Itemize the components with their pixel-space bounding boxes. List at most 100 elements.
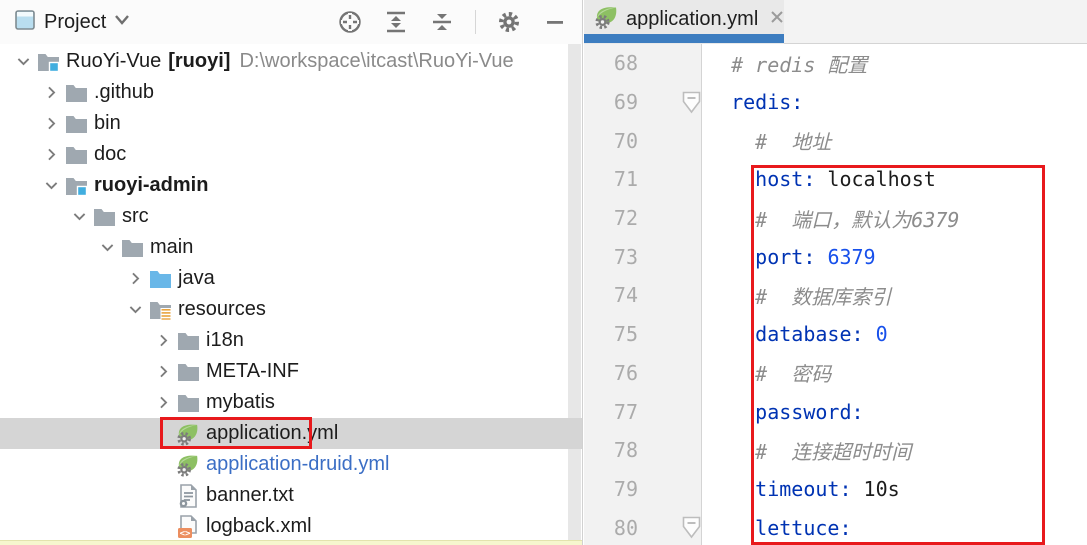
tree-item--github[interactable]: .github — [0, 77, 582, 108]
code-text[interactable]: # 连接超时时间 — [703, 436, 911, 465]
svg-text:<>: <> — [180, 529, 191, 539]
locate-file-button[interactable] — [337, 9, 363, 35]
tree-item-ruoyi-admin[interactable]: ruoyi-admin — [0, 170, 582, 201]
chevron-right-icon[interactable] — [122, 267, 148, 291]
chevron-down-icon[interactable] — [94, 236, 120, 260]
chevron-down-icon[interactable] — [66, 205, 92, 229]
chevron-right-icon[interactable] — [150, 391, 176, 415]
editor-line-73: 73 port: 6379 — [584, 237, 1087, 276]
hide-panel-button[interactable] — [542, 9, 568, 35]
editor-line-78: 78 # 连接超时时间 — [584, 431, 1087, 470]
tree-item-bin[interactable]: bin — [0, 108, 582, 139]
collapse-all-button[interactable] — [429, 9, 455, 35]
code-text[interactable]: # 地址 — [703, 126, 831, 155]
folder-icon — [176, 392, 200, 414]
code-text[interactable]: # 端口，默认为6379 — [703, 204, 959, 233]
tree-item-logback-xml[interactable]: <> logback.xml — [0, 511, 582, 542]
chevron-down-icon[interactable] — [122, 298, 148, 322]
editor-line-74: 74 # 数据库索引 — [584, 276, 1087, 315]
code-text[interactable]: # 数据库索引 — [703, 281, 891, 310]
settings-button[interactable] — [496, 9, 522, 35]
code-text[interactable]: port: 6379 — [703, 245, 875, 269]
close-icon[interactable] — [768, 8, 786, 31]
project-tool-window: Project RuoYi-Vue [ruoyi] D:\workspace\i… — [0, 0, 583, 545]
project-view-selector[interactable]: Project — [14, 9, 130, 36]
panel-bottom-strip — [0, 540, 582, 545]
fold-gutter — [638, 392, 703, 431]
tree-item-label: main — [150, 236, 194, 258]
editor-line-75: 75 database: 0 — [584, 315, 1087, 354]
code-text[interactable]: lettuce: — [703, 516, 851, 540]
fold-gutter — [638, 199, 703, 238]
tab-title: application.yml — [626, 7, 759, 30]
code-text[interactable]: timeout: 10s — [703, 477, 900, 501]
code-text[interactable]: redis: — [703, 90, 803, 114]
chevron-right-icon[interactable] — [150, 360, 176, 384]
editor-line-77: 77 password: — [584, 392, 1087, 431]
tree-item-label: doc — [94, 143, 127, 165]
folder-icon — [64, 82, 88, 104]
code-text[interactable]: database: 0 — [703, 322, 887, 346]
editor-line-72: 72 # 端口，默认为6379 — [584, 199, 1087, 238]
line-number: 78 — [613, 438, 638, 463]
gear-icon — [498, 11, 520, 33]
chevron-right-icon[interactable] — [38, 81, 64, 105]
tree-item-meta-inf[interactable]: META-INF — [0, 356, 582, 387]
line-number: 75 — [613, 322, 638, 347]
tree-item-label: mybatis — [206, 391, 275, 413]
tree-item-java[interactable]: java — [0, 263, 582, 294]
tree-item-label: ruoyi-admin — [94, 174, 209, 196]
fold-marker-icon[interactable] — [638, 83, 703, 122]
tree-item-label: logback.xml — [206, 515, 312, 537]
code-text[interactable]: host: localhost — [703, 167, 936, 191]
code-text[interactable]: # 密码 — [703, 358, 831, 387]
spring-yml-file-icon — [594, 5, 619, 34]
spring-yml-file-icon — [176, 423, 200, 446]
tree-item-resources[interactable]: resources — [0, 294, 582, 325]
fold-marker-icon[interactable] — [638, 508, 703, 545]
tree-item-label: banner.txt — [206, 484, 294, 506]
line-number: 73 — [613, 244, 638, 269]
project-root-folder-icon — [36, 51, 60, 73]
xml-file-icon: <> — [176, 514, 200, 539]
editor-body: 68 # redis 配置 69 redis: 70 # 地址 71 host: lo… — [584, 44, 1087, 545]
tree-item-application-yml[interactable]: application.yml — [0, 418, 582, 449]
line-number: 77 — [613, 399, 638, 424]
fold-gutter — [638, 470, 703, 509]
tree-item-application-druid-yml[interactable]: application-druid.yml — [0, 449, 582, 480]
expand-all-button[interactable] — [383, 9, 409, 35]
line-number: 69 — [613, 90, 638, 115]
folder-icon — [64, 113, 88, 135]
tree-item-i18n[interactable]: i18n — [0, 325, 582, 356]
fold-gutter — [638, 431, 703, 470]
folder-icon — [176, 361, 200, 383]
project-panel-header: Project — [0, 0, 582, 44]
ide-window: Project RuoYi-Vue [ruoyi] D:\workspace\i… — [0, 0, 1087, 545]
chevron-right-icon[interactable] — [150, 329, 176, 353]
folder-icon — [176, 330, 200, 352]
line-number: 72 — [613, 206, 638, 231]
chevron-down-icon[interactable] — [38, 174, 64, 198]
code-text[interactable]: password: — [703, 400, 863, 424]
locate-icon — [339, 11, 361, 33]
project-name-badge: [ruoyi] — [168, 50, 231, 72]
tree-item-doc[interactable]: doc — [0, 139, 582, 170]
tree-item-mybatis[interactable]: mybatis — [0, 387, 582, 418]
tree-item-label: resources — [178, 298, 266, 320]
tree-item-label: bin — [94, 112, 121, 134]
tree-item-main[interactable]: main — [0, 232, 582, 263]
code-text[interactable]: # redis 配置 — [703, 49, 867, 78]
chevron-right-icon[interactable] — [38, 143, 64, 167]
tree-item-ruoyi-vue[interactable]: RuoYi-Vue [ruoyi] D:\workspace\itcast\RuoY… — [0, 46, 582, 77]
tree-item-banner-txt[interactable]: banner.txt — [0, 480, 582, 511]
editor-line-69: 69 redis: — [584, 83, 1087, 122]
chevron-down-icon[interactable] — [10, 50, 36, 74]
tree-item-src[interactable]: src — [0, 201, 582, 232]
fold-gutter — [638, 354, 703, 393]
fold-gutter — [638, 121, 703, 160]
chevron-right-icon[interactable] — [38, 112, 64, 136]
